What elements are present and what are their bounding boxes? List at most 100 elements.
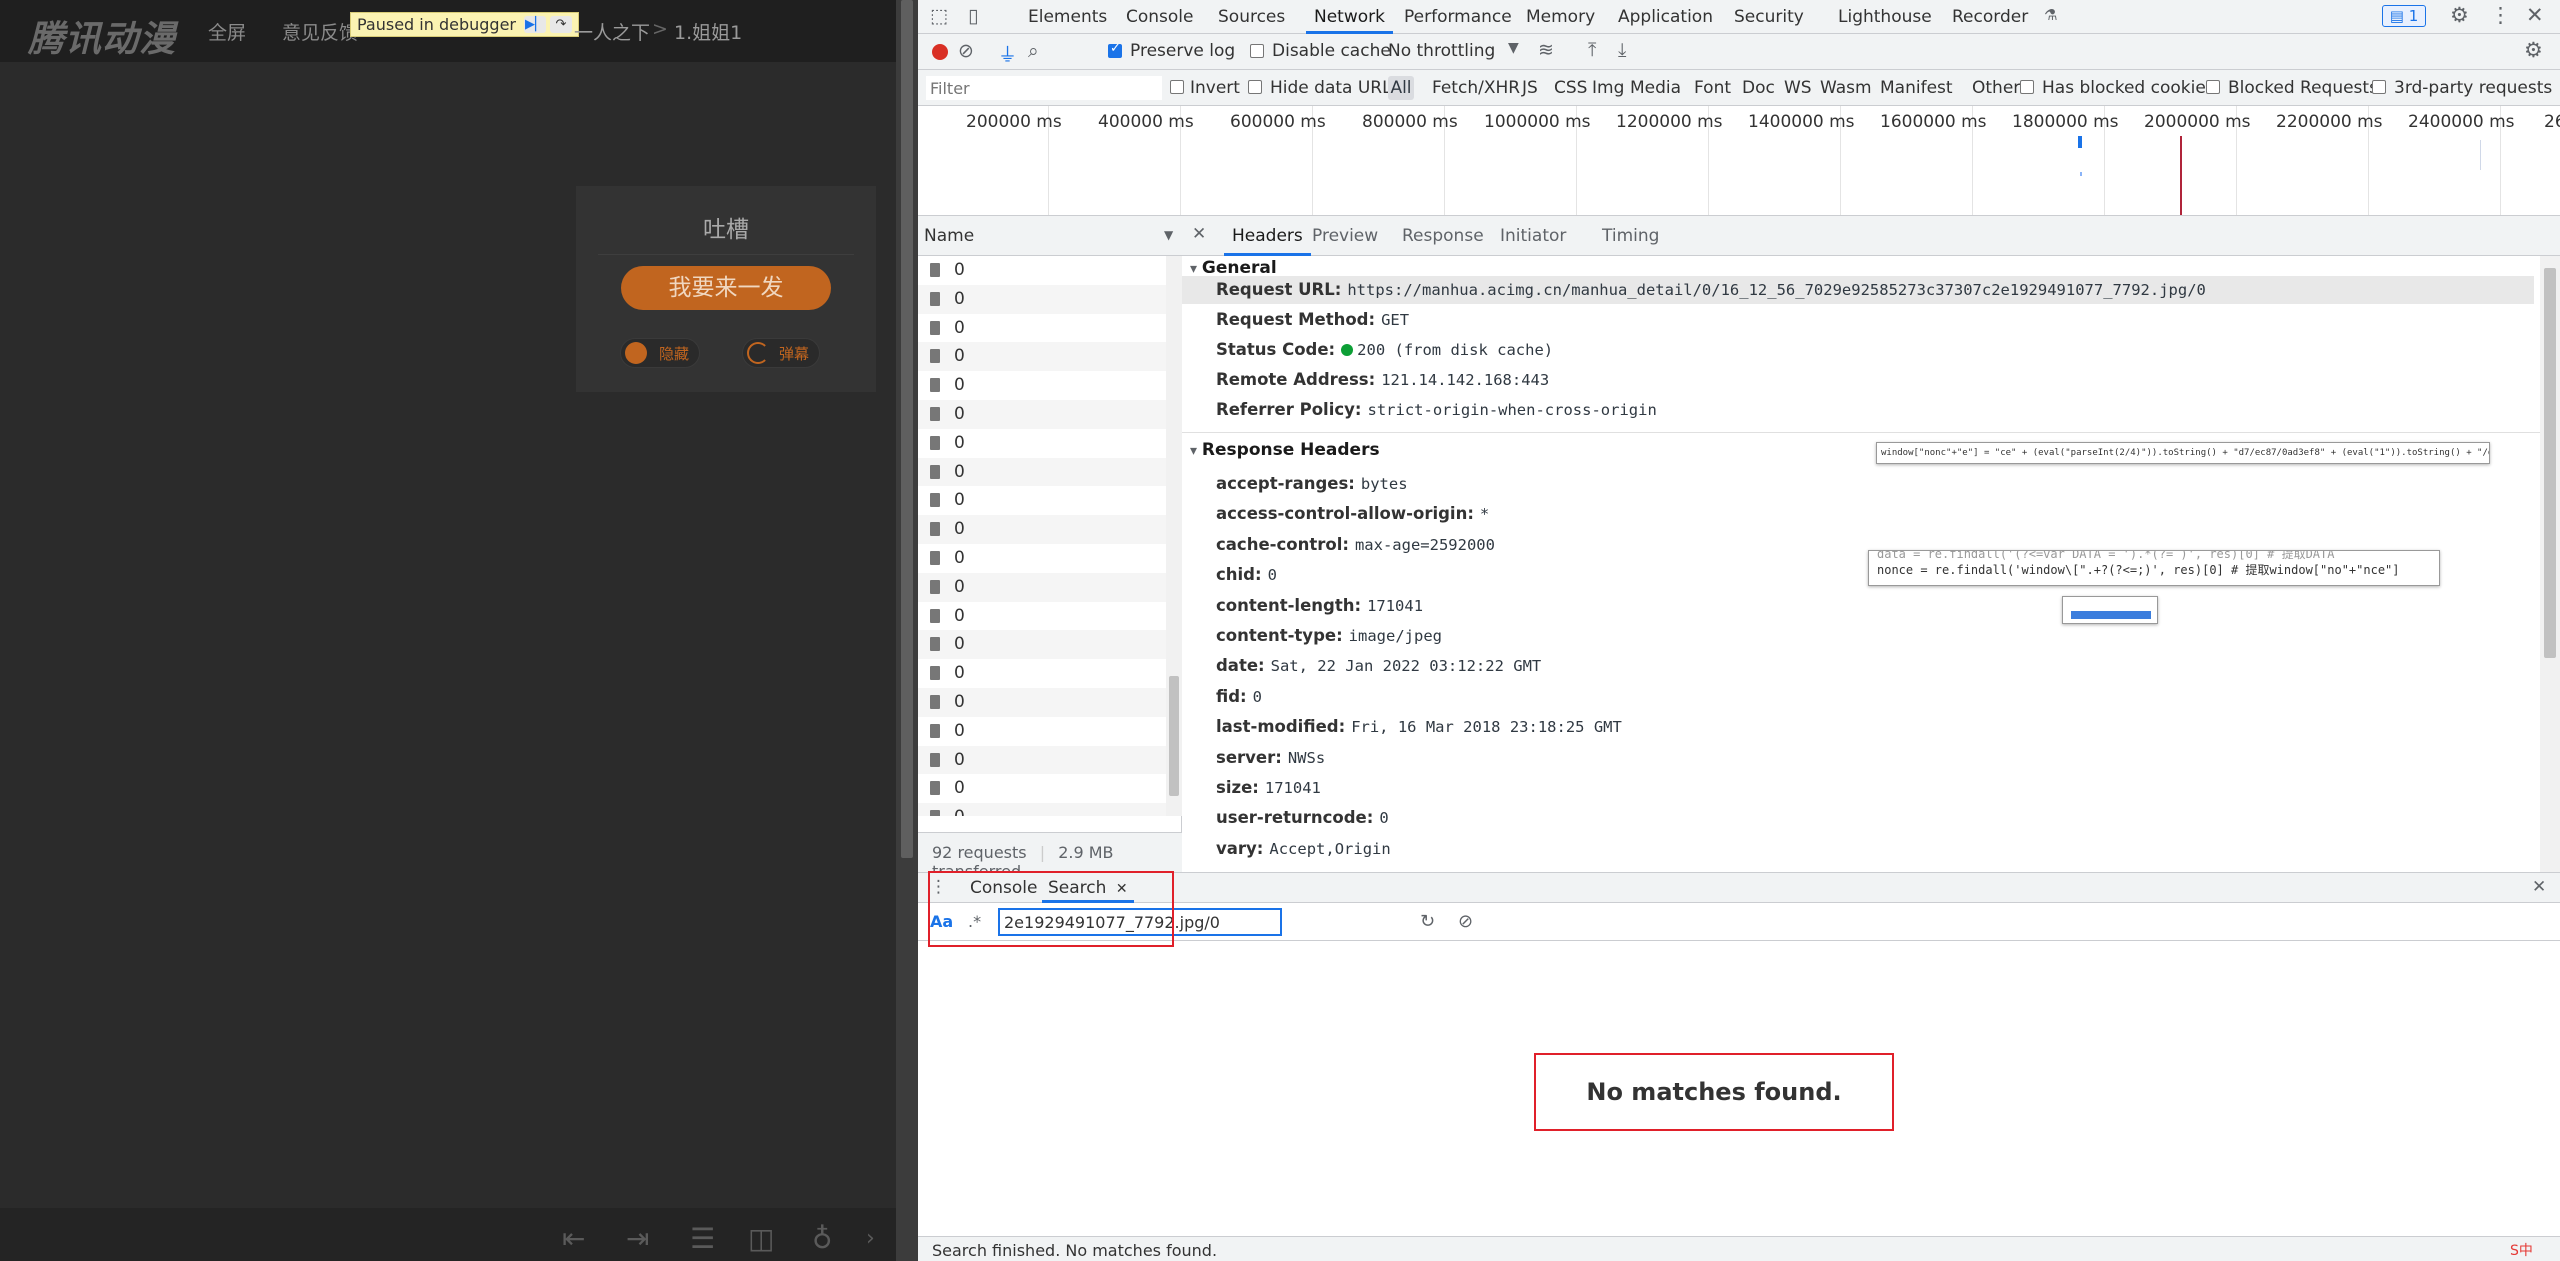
- tab-lighthouse[interactable]: Lighthouse: [1838, 0, 1932, 34]
- request-row[interactable]: 0: [918, 803, 1166, 816]
- request-list-scrollbar[interactable]: [1166, 256, 1182, 816]
- import-har-icon[interactable]: ⤒: [1588, 39, 1596, 61]
- request-row[interactable]: 0: [918, 399, 1166, 429]
- tab-elements[interactable]: Elements: [1028, 0, 1107, 34]
- filter-type-js[interactable]: JS: [1522, 78, 1538, 98]
- request-row[interactable]: 0: [918, 429, 1166, 458]
- scrollbar-thumb[interactable]: [2544, 268, 2556, 658]
- issues-badge[interactable]: ▤ 1: [2382, 5, 2426, 27]
- filter-type-media[interactable]: Media: [1630, 78, 1681, 98]
- filter-type-fetch-xhr[interactable]: Fetch/XHR: [1432, 78, 1520, 98]
- tab-recorder[interactable]: Recorder: [1952, 0, 2028, 34]
- site-logo[interactable]: 腾讯动漫: [28, 10, 176, 62]
- tab-performance[interactable]: Performance: [1404, 0, 1512, 34]
- name-column-header[interactable]: Name ▼: [918, 216, 1182, 256]
- disable-cache-checkbox[interactable]: [1250, 44, 1264, 58]
- request-row[interactable]: 0: [918, 544, 1166, 573]
- filter-type-wasm[interactable]: Wasm: [1820, 78, 1872, 98]
- request-row[interactable]: 0: [918, 630, 1166, 660]
- catalog-icon[interactable]: ☰: [690, 1222, 715, 1255]
- request-row[interactable]: 0: [918, 659, 1166, 688]
- first-page-icon[interactable]: ⇤: [562, 1222, 585, 1255]
- request-row[interactable]: 0: [918, 515, 1166, 544]
- close-devtools-icon[interactable]: ✕: [2526, 3, 2544, 27]
- settings-gear-icon[interactable]: ⚙: [2450, 3, 2469, 27]
- tab-preview[interactable]: Preview: [1312, 216, 1378, 256]
- filter-type-other[interactable]: Other: [1972, 78, 2020, 98]
- request-row[interactable]: 0: [918, 687, 1166, 717]
- layout-icon[interactable]: ◫: [748, 1222, 774, 1255]
- light-bulb-icon[interactable]: ♁: [812, 1222, 833, 1255]
- danmaku-toggle[interactable]: 弹幕: [742, 338, 821, 368]
- network-overview-timeline[interactable]: 200000 ms 400000 ms 600000 ms 800000 ms …: [918, 106, 2560, 216]
- tab-sources[interactable]: Sources: [1218, 0, 1285, 34]
- response-headers-section-title[interactable]: Response Headers: [1190, 440, 1380, 460]
- filter-type-css[interactable]: CSS: [1554, 78, 1587, 98]
- request-row[interactable]: 0: [918, 572, 1166, 602]
- tab-timing[interactable]: Timing: [1602, 216, 1659, 256]
- has-blocked-cookies-checkbox[interactable]: [2020, 80, 2034, 94]
- tab-initiator[interactable]: Initiator: [1500, 216, 1566, 256]
- filter-icon[interactable]: ⏚: [998, 40, 1017, 67]
- request-row[interactable]: 0: [918, 314, 1166, 343]
- filter-type-img[interactable]: Img: [1592, 78, 1624, 98]
- page-scrollbar[interactable]: [896, 0, 918, 1261]
- hide-data-urls-checkbox[interactable]: [1248, 80, 1262, 94]
- tab-response[interactable]: Response: [1402, 216, 1484, 256]
- details-scrollbar[interactable]: [2540, 256, 2560, 872]
- network-settings-icon[interactable]: ⚙: [2524, 38, 2543, 62]
- preserve-log-checkbox[interactable]: [1108, 41, 1122, 58]
- resume-icon[interactable]: ▶▏: [524, 16, 546, 33]
- tab-headers[interactable]: Headers: [1224, 216, 1311, 256]
- network-conditions-icon[interactable]: ≋: [1538, 39, 1554, 61]
- step-over-icon[interactable]: ↷: [550, 16, 572, 33]
- request-row[interactable]: 0: [918, 284, 1166, 314]
- scrollbar-thumb[interactable]: [1169, 676, 1179, 796]
- record-icon[interactable]: [932, 44, 948, 60]
- clear-icon[interactable]: ⊘: [958, 40, 974, 62]
- blocked-requests-checkbox[interactable]: [2206, 80, 2220, 94]
- refresh-icon[interactable]: ↻: [1420, 911, 1435, 932]
- tab-network[interactable]: Network: [1306, 0, 1393, 34]
- search-icon[interactable]: ⌕: [1028, 40, 1039, 62]
- throttling-select[interactable]: No throttling: [1388, 41, 1495, 61]
- general-section-title[interactable]: General: [1190, 258, 1277, 278]
- filter-type-manifest[interactable]: Manifest: [1880, 78, 1953, 98]
- last-page-icon[interactable]: ⇥: [626, 1222, 649, 1255]
- page-scrollbar-thumb[interactable]: [901, 0, 913, 858]
- export-har-icon[interactable]: ⤓: [1618, 39, 1626, 61]
- tab-memory[interactable]: Memory: [1526, 0, 1595, 34]
- tab-security[interactable]: Security: [1734, 0, 1804, 34]
- request-row[interactable]: 0: [918, 745, 1166, 775]
- inspect-element-icon[interactable]: ⬚: [930, 5, 948, 27]
- request-row[interactable]: 0: [918, 774, 1166, 803]
- close-details-icon[interactable]: ✕: [1192, 224, 1206, 244]
- filter-type-all[interactable]: All: [1388, 76, 1414, 100]
- request-row[interactable]: 0: [918, 256, 1166, 285]
- tab-application[interactable]: Application: [1618, 0, 1713, 34]
- more-menu-icon[interactable]: ⋮: [2490, 3, 2511, 27]
- request-row[interactable]: 0: [918, 342, 1166, 372]
- expand-right-icon[interactable]: ›: [866, 1226, 875, 1251]
- ime-indicator-icon[interactable]: S中: [2510, 1240, 2533, 1260]
- breadcrumb-series[interactable]: 一人之下: [574, 18, 650, 45]
- request-row[interactable]: 0: [918, 457, 1166, 487]
- filter-input[interactable]: [926, 76, 1162, 100]
- chevron-down-icon[interactable]: ▼: [1508, 40, 1519, 56]
- filter-type-doc[interactable]: Doc: [1742, 78, 1775, 98]
- invert-checkbox[interactable]: [1170, 80, 1184, 94]
- filter-type-font[interactable]: Font: [1694, 78, 1731, 98]
- request-row[interactable]: 0: [918, 602, 1166, 631]
- third-party-checkbox[interactable]: [2372, 80, 2386, 94]
- request-row[interactable]: 0: [918, 486, 1166, 515]
- filter-type-ws[interactable]: WS: [1784, 78, 1812, 98]
- close-drawer-icon[interactable]: ✕: [2532, 877, 2546, 897]
- tab-console[interactable]: Console: [1126, 0, 1194, 34]
- clear-search-icon[interactable]: ⊘: [1458, 911, 1473, 932]
- fullscreen-link[interactable]: 全屏: [208, 18, 246, 45]
- send-comment-button[interactable]: 我要来一发: [621, 266, 831, 310]
- hide-toggle[interactable]: 隐藏: [620, 338, 701, 368]
- feedback-link[interactable]: 意见反馈: [282, 18, 358, 45]
- request-row[interactable]: 0: [918, 717, 1166, 746]
- request-row[interactable]: 0: [918, 371, 1166, 400]
